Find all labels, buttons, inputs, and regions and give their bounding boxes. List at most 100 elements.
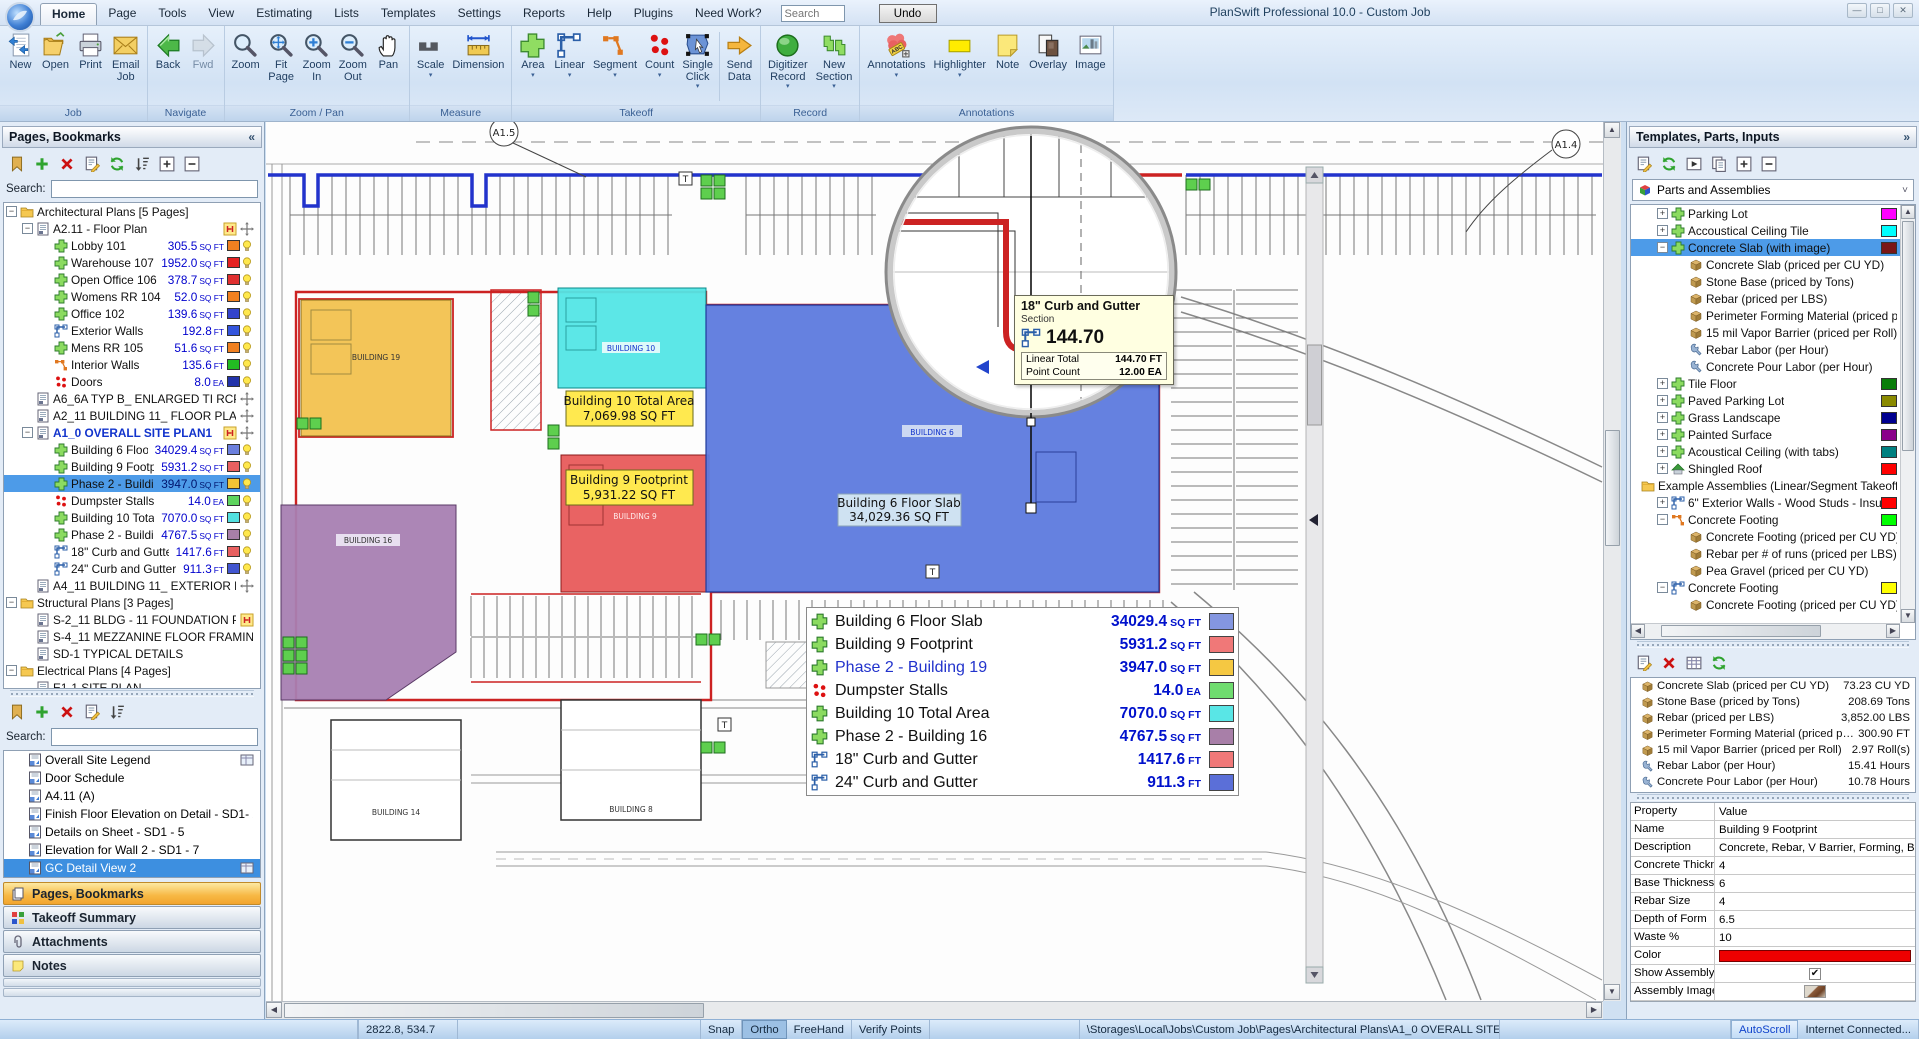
color-swatch[interactable] [227,359,240,370]
takeoff-item-row-womens-rr-104[interactable]: Womens RR 10452.0SQ FT [4,288,260,305]
property-value[interactable]: 10 [1719,932,1732,944]
dumpster-stall-marker[interactable] [310,418,321,429]
legend-row-building-6-floor-slab[interactable]: Building 6 Floor Slab34029.4SQ FT [811,610,1234,633]
dumpster-stall-marker[interactable] [296,663,307,674]
menu-tab-tools[interactable]: Tools [147,3,197,25]
takeoff-item-row-24-curb-and-gutter[interactable]: 24" Curb and Gutter911.3FT [4,560,260,577]
page-row-s-4-11-mezzanine-floor-framing-bldg-11[interactable]: S-4_11 MEZZANINE FLOOR FRAMING - BLDG 11 [4,628,260,645]
dumpster-stall-marker[interactable] [709,634,720,645]
overlay-button[interactable]: Overlay [1025,30,1071,72]
autoscroll-toggle[interactable]: AutoScroll [1731,1020,1799,1039]
property-value[interactable]: 6 [1719,878,1725,890]
takeoff-item-row-doors[interactable]: Doors8.0EA [4,373,260,390]
template-row-tile-floor[interactable]: +Tile Floor [1631,375,1900,392]
new-button[interactable]: New [3,30,38,72]
menu-tab-page[interactable]: Page [97,3,147,25]
checkbox-checked-icon[interactable]: ✔ [1809,968,1821,980]
refresh-icon[interactable] [1661,156,1677,172]
template-row-acoustical-ceiling-with-tabs[interactable]: +Acoustical Ceiling (with tabs) [1631,443,1900,460]
menu-tab-plugins[interactable]: Plugins [623,3,684,25]
template-row-rebar-labor-per-hour[interactable]: Rebar Labor (per Hour) [1631,341,1900,358]
tree-expand-icon[interactable]: − [1657,514,1668,525]
highlight-flag-icon[interactable] [223,222,237,236]
dumpster-stall-marker[interactable] [701,188,712,199]
color-swatch[interactable] [227,257,240,268]
color-swatch[interactable] [227,461,240,472]
page-row-sd-1-typical-details[interactable]: SD-1 TYPICAL DETAILS [4,645,260,662]
bookmark-row-elevation-for-wall-2-sd1-7[interactable]: Elevation for Wall 2 - SD1 - 7 [4,841,260,859]
tree-expand-icon[interactable]: + [1657,378,1668,389]
collapse-icon[interactable] [1761,156,1777,172]
props-icon[interactable] [84,704,100,720]
props-icon[interactable] [84,156,100,172]
move-page-icon[interactable] [240,579,254,593]
menu-tab-home[interactable]: Home [40,3,97,25]
takeoff-item-row-exterior-walls[interactable]: Exterior Walls192.8FT [4,322,260,339]
folder-row-structural-plans-3-pages[interactable]: −Structural Plans [3 Pages] [4,594,260,611]
color-swatch[interactable] [227,529,240,540]
sort-icon[interactable] [109,704,125,720]
assembly-image-thumb[interactable] [1804,985,1826,998]
template-row-concrete-footing[interactable]: −Concrete Footing [1631,579,1900,596]
sort-icon[interactable] [134,156,150,172]
color-value-bar[interactable] [1719,950,1911,962]
takeoff-item-row-mens-rr-105[interactable]: Mens RR 10551.6SQ FT [4,339,260,356]
quick-search-input[interactable] [781,5,845,22]
building-9-label[interactable]: Building 9 Footprint 5,931.22 SQ FT [566,470,693,505]
dumpster-stall-marker[interactable] [548,425,559,436]
move-page-icon[interactable] [240,222,254,236]
bookmark-row-gc-detail-view-2[interactable]: GC Detail View 2 [4,859,260,877]
part-row-perimeter-forming-material-priced-per[interactable]: Perimeter Forming Material (priced per..… [1631,726,1915,742]
menu-tab-templates[interactable]: Templates [370,3,447,25]
color-swatch[interactable] [227,444,240,455]
menu-tab-settings[interactable]: Settings [447,3,512,25]
dumpster-stall-marker[interactable] [283,663,294,674]
props-icon[interactable] [1636,655,1652,671]
splitter-handle[interactable] [10,690,254,697]
dumpster-stall-marker[interactable] [296,637,307,648]
template-row-painted-surface[interactable]: +Painted Surface [1631,426,1900,443]
page-row-a1-0-overall-site-plan1[interactable]: −A1_0 OVERALL SITE PLAN1 [4,424,260,441]
panel-tab-notes[interactable]: Notes [3,954,261,977]
visibility-bulb-icon[interactable] [240,494,254,508]
inner-scrollbar[interactable] [1306,167,1323,983]
color-swatch[interactable] [1881,463,1897,475]
template-row-parking-lot[interactable]: +Parking Lot [1631,205,1900,222]
visibility-bulb-icon[interactable] [240,528,254,542]
template-row-example-assemblies-linear-segment-takeof[interactable]: Example Assemblies (Linear/Segment Takeo… [1631,477,1900,494]
open-button[interactable]: Open [38,30,73,72]
building-6-label[interactable]: Building 6 Floor Slab 34,029.36 SQ FT [837,494,961,526]
visibility-bulb-icon[interactable] [240,290,254,304]
takeoff-item-row-phase-2-building-16[interactable]: Phase 2 - Building 164767.5SQ FT [4,526,260,543]
move-page-icon[interactable] [240,392,254,406]
scroll-left-icon[interactable]: ◀ [266,1002,282,1018]
new-section-button[interactable]: New Section▾ [812,30,857,90]
dumpster-stall-marker[interactable] [701,175,712,186]
tree-expand-icon[interactable]: + [1657,412,1668,423]
collapse-icon[interactable] [184,156,200,172]
dumpster-stall-marker[interactable] [283,650,294,661]
visibility-bulb-icon[interactable] [240,460,254,474]
tree-expand-icon[interactable]: + [1657,429,1668,440]
highlight-flag-icon[interactable] [240,613,254,627]
legend-row-dumpster-stalls[interactable]: Dumpster Stalls14.0EA [811,679,1234,702]
tree-expand-icon[interactable]: − [6,206,17,217]
splitter-handle[interactable] [1637,794,1909,801]
dumpster-stall-marker[interactable] [696,634,707,645]
scroll-down-icon[interactable]: ▼ [1604,984,1620,1000]
legend-row-18-curb-and-gutter[interactable]: 18" Curb and Gutter1417.6FT [811,748,1234,771]
dumpster-stall-marker[interactable] [528,292,539,303]
takeoff-item-row-building-9-footprint[interactable]: Building 9 Footprint5931.2SQ FT [4,458,260,475]
menu-tab-estimating[interactable]: Estimating [245,3,323,25]
folder-row-architectural-plans-5-pages[interactable]: −Architectural Plans [5 Pages] [4,203,260,220]
template-row-15-mil-vapor-barrier-priced-per-roll[interactable]: 15 mil Vapor Barrier (priced per Roll) [1631,324,1900,341]
undo-button[interactable]: Undo [879,4,937,23]
template-row-concrete-footing-priced-per-cu-yd[interactable]: Concrete Footing (priced per CU YD) [1631,528,1900,545]
template-row-concrete-pour-labor-per-hour[interactable]: Concrete Pour Labor (per Hour) [1631,358,1900,375]
page-row-s-2-11-bldg-11-foundation-plan[interactable]: S-2_11 BLDG - 11 FOUNDATION PLAN [4,611,260,628]
visibility-bulb-icon[interactable] [240,324,254,338]
toggle-snap[interactable]: Snap [701,1020,742,1039]
bookmark-row-finish-floor-elevation-on-detail-sd1-22[interactable]: Finish Floor Elevation on Detail - SD1- … [4,805,260,823]
minimize-icon[interactable]: — [1847,3,1867,18]
visibility-bulb-icon[interactable] [240,375,254,389]
